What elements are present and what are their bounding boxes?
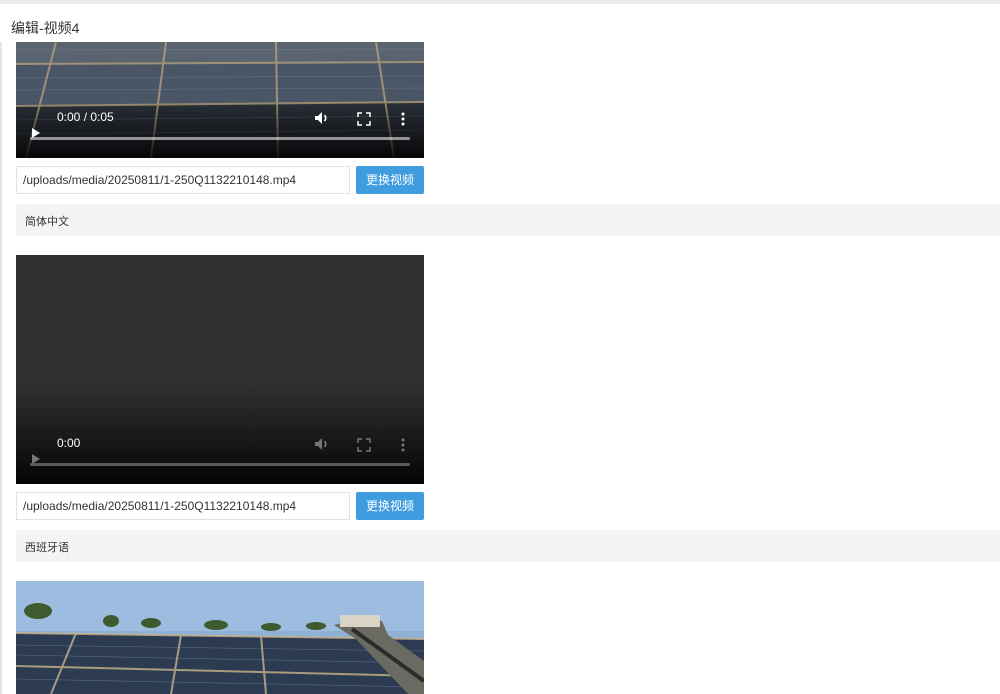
- language-label: 简体中文: [25, 216, 69, 228]
- video-path-input[interactable]: /uploads/media/20250811/1-250Q1132210148…: [16, 166, 350, 194]
- video-player-1[interactable]: 0:00 / 0:05: [16, 42, 424, 158]
- seek-bar[interactable]: [30, 463, 410, 466]
- video-controls: 0:00 / 0:05: [16, 104, 424, 158]
- more-options-icon[interactable]: [401, 438, 405, 452]
- replace-video-button[interactable]: 更换视频: [356, 492, 424, 520]
- volume-icon[interactable]: [314, 110, 330, 126]
- video-controls: 0:00: [16, 430, 424, 484]
- video-player-3[interactable]: [16, 581, 424, 694]
- replace-video-button[interactable]: 更换视频: [356, 166, 424, 194]
- fullscreen-icon[interactable]: [357, 438, 371, 452]
- fullscreen-icon[interactable]: [357, 112, 371, 126]
- page-header: 编辑-视频4: [0, 4, 1000, 42]
- page-title: 编辑-视频4: [11, 20, 80, 36]
- volume-icon[interactable]: [314, 436, 330, 452]
- video-player-2[interactable]: 0:00: [16, 255, 424, 484]
- seek-bar[interactable]: [30, 137, 410, 140]
- left-divider: [0, 42, 2, 694]
- video-time: 0:00 / 0:05: [57, 110, 114, 124]
- language-label: 西班牙语: [25, 542, 69, 554]
- video-path-input[interactable]: /uploads/media/20250811/1-250Q1132210148…: [16, 492, 350, 520]
- video-time: 0:00: [57, 436, 81, 450]
- language-section-header: 简体中文: [16, 204, 1000, 236]
- more-options-icon[interactable]: [401, 112, 405, 126]
- video-frame-solar-panels-sky: [16, 581, 424, 694]
- language-section-header: 西班牙语: [16, 530, 1000, 562]
